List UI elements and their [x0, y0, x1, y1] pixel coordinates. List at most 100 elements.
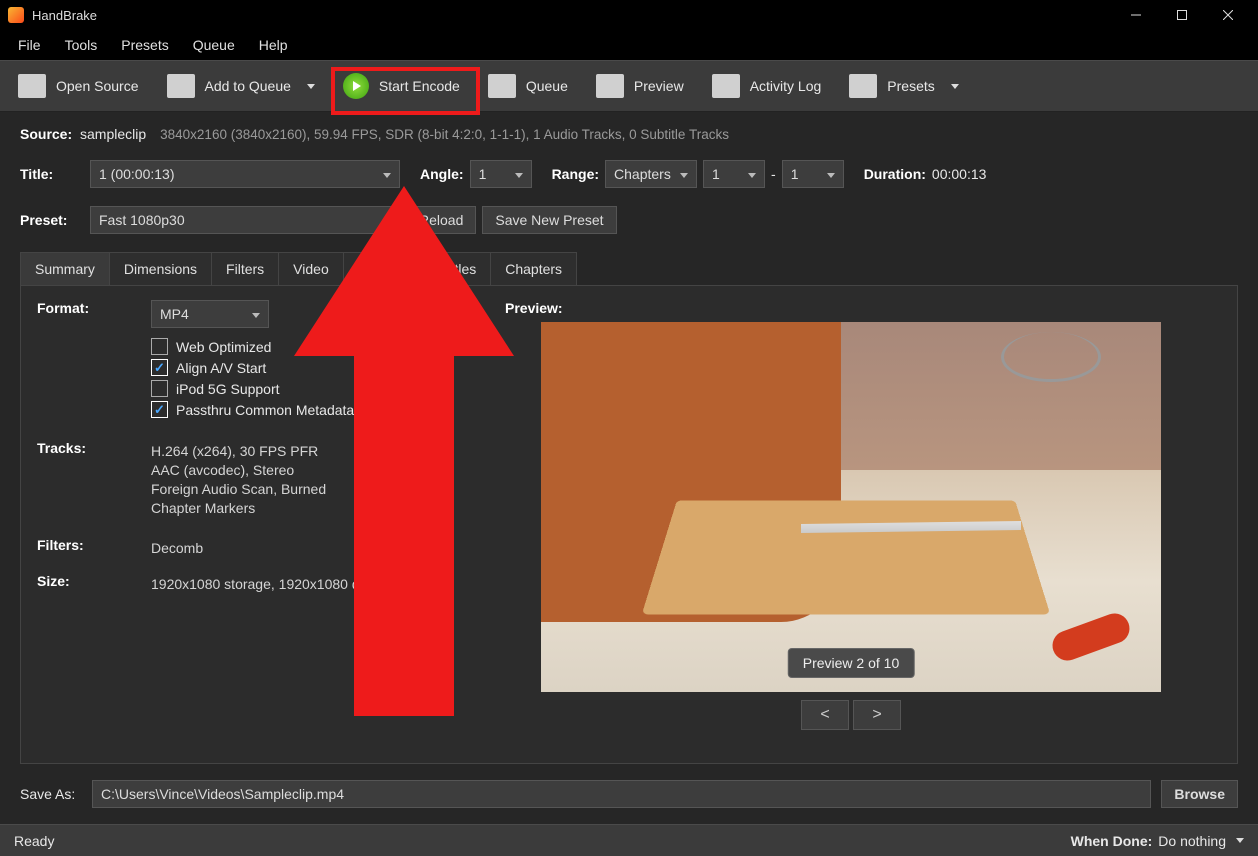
preset-value: Fast 1080p30	[99, 212, 185, 228]
preview-icon	[596, 74, 624, 98]
window-title: HandBrake	[32, 8, 1122, 23]
activity-log-label: Activity Log	[750, 78, 822, 94]
title-value: 1 (00:00:13)	[99, 166, 175, 182]
ipod-label: iPod 5G Support	[176, 381, 280, 397]
reload-button[interactable]: Reload	[406, 206, 476, 234]
chevron-down-icon	[951, 84, 959, 89]
presets-label: Presets	[887, 78, 934, 94]
filters-label: Filters:	[37, 537, 101, 559]
when-done-label: When Done:	[1071, 833, 1153, 849]
menu-help[interactable]: Help	[249, 34, 298, 56]
activity-log-button[interactable]: Activity Log	[698, 68, 836, 104]
tab-summary[interactable]: Summary	[20, 252, 110, 285]
maximize-button[interactable]	[1168, 5, 1196, 25]
duration-value: 00:00:13	[932, 166, 987, 182]
preview-next-button[interactable]: >	[853, 700, 901, 730]
title-label: Title:	[20, 166, 74, 182]
close-button[interactable]	[1214, 5, 1242, 25]
presets-icon	[849, 74, 877, 98]
web-optimized-checkbox[interactable]: Web Optimized	[151, 338, 354, 355]
status-text: Ready	[14, 833, 54, 849]
track-line: Chapter Markers	[151, 500, 326, 516]
range-type-select[interactable]: Chapters	[605, 160, 697, 188]
save-as-input[interactable]: C:\Users\Vince\Videos\Sampleclip.mp4	[92, 780, 1151, 808]
presets-button[interactable]: Presets	[835, 68, 972, 104]
tracks-label: Tracks:	[37, 440, 101, 519]
size-value: 1920x1080 storage, 1920x1080 display	[151, 576, 395, 592]
passthru-label: Passthru Common Metadata	[176, 402, 354, 418]
titlebar: HandBrake	[0, 0, 1258, 30]
align-av-checkbox[interactable]: Align A/V Start	[151, 359, 354, 376]
checkbox-icon	[151, 359, 168, 376]
source-info: 3840x2160 (3840x2160), 59.94 FPS, SDR (8…	[160, 127, 729, 142]
add-to-queue-button[interactable]: Add to Queue	[153, 68, 329, 104]
track-line: H.264 (x264), 30 FPS PFR	[151, 443, 326, 459]
menu-file[interactable]: File	[8, 34, 51, 56]
save-as-value: C:\Users\Vince\Videos\Sampleclip.mp4	[101, 786, 344, 802]
chevron-down-icon	[1236, 838, 1244, 843]
statusbar: Ready When Done: Do nothing	[0, 824, 1258, 856]
tab-chapters[interactable]: Chapters	[490, 252, 577, 285]
format-select[interactable]: MP4	[151, 300, 269, 328]
range-to-value: 1	[791, 166, 799, 182]
menu-presets[interactable]: Presets	[111, 34, 178, 56]
range-to-select[interactable]: 1	[782, 160, 844, 188]
range-dash: -	[771, 166, 776, 182]
tab-subtitles[interactable]: Subtitles	[408, 252, 492, 285]
tab-audio[interactable]: Audio	[343, 252, 409, 285]
tab-filters[interactable]: Filters	[211, 252, 279, 285]
minimize-button[interactable]	[1122, 5, 1150, 25]
title-select[interactable]: 1 (00:00:13)	[90, 160, 400, 188]
menubar: File Tools Presets Queue Help	[0, 30, 1258, 60]
size-label: Size:	[37, 573, 101, 595]
browse-button[interactable]: Browse	[1161, 780, 1238, 808]
chevron-down-icon	[307, 84, 315, 89]
ipod-checkbox[interactable]: iPod 5G Support	[151, 380, 354, 397]
queue-label: Queue	[526, 78, 568, 94]
toolbar: Open Source Add to Queue Start Encode Qu…	[0, 60, 1258, 112]
app-icon	[8, 7, 24, 23]
format-label: Format:	[37, 300, 101, 422]
tab-dimensions[interactable]: Dimensions	[109, 252, 212, 285]
preset-field[interactable]: Fast 1080p30	[90, 206, 400, 234]
format-value: MP4	[160, 306, 189, 322]
add-to-queue-icon	[167, 74, 195, 98]
angle-value: 1	[479, 166, 487, 182]
preview-label: Preview	[634, 78, 684, 94]
preview-button[interactable]: Preview	[582, 68, 698, 104]
source-name: sampleclip	[80, 126, 146, 142]
save-as-label: Save As:	[20, 786, 82, 802]
checkbox-icon	[151, 380, 168, 397]
open-source-button[interactable]: Open Source	[4, 68, 153, 104]
open-source-label: Open Source	[56, 78, 139, 94]
when-done-select[interactable]: Do nothing	[1158, 833, 1244, 849]
source-label: Source:	[20, 126, 74, 142]
angle-select[interactable]: 1	[470, 160, 532, 188]
passthru-checkbox[interactable]: Passthru Common Metadata	[151, 401, 354, 418]
checkbox-icon	[151, 338, 168, 355]
play-icon	[343, 73, 369, 99]
main-panel: Source: sampleclip 3840x2160 (3840x2160)…	[0, 112, 1258, 824]
summary-panel: Format: MP4 Web Optimized Align A/V Star…	[20, 286, 1238, 764]
save-new-preset-button[interactable]: Save New Preset	[482, 206, 616, 234]
duration-label: Duration:	[864, 166, 926, 182]
activity-log-icon	[712, 74, 740, 98]
align-av-label: Align A/V Start	[176, 360, 266, 376]
open-source-icon	[18, 74, 46, 98]
start-encode-button[interactable]: Start Encode	[329, 67, 474, 105]
start-encode-label: Start Encode	[379, 78, 460, 94]
range-from-select[interactable]: 1	[703, 160, 765, 188]
preview-badge: Preview 2 of 10	[788, 648, 915, 678]
tab-video[interactable]: Video	[278, 252, 344, 285]
when-done-value: Do nothing	[1158, 833, 1226, 849]
range-from-value: 1	[712, 166, 720, 182]
preview-prev-button[interactable]: <	[801, 700, 849, 730]
preset-label: Preset:	[20, 212, 74, 228]
queue-button[interactable]: Queue	[474, 68, 582, 104]
angle-label: Angle:	[420, 166, 464, 182]
track-line: AAC (avcodec), Stereo	[151, 462, 326, 478]
web-optimized-label: Web Optimized	[176, 339, 271, 355]
menu-queue[interactable]: Queue	[183, 34, 245, 56]
menu-tools[interactable]: Tools	[55, 34, 108, 56]
preview-header: Preview:	[505, 300, 563, 316]
